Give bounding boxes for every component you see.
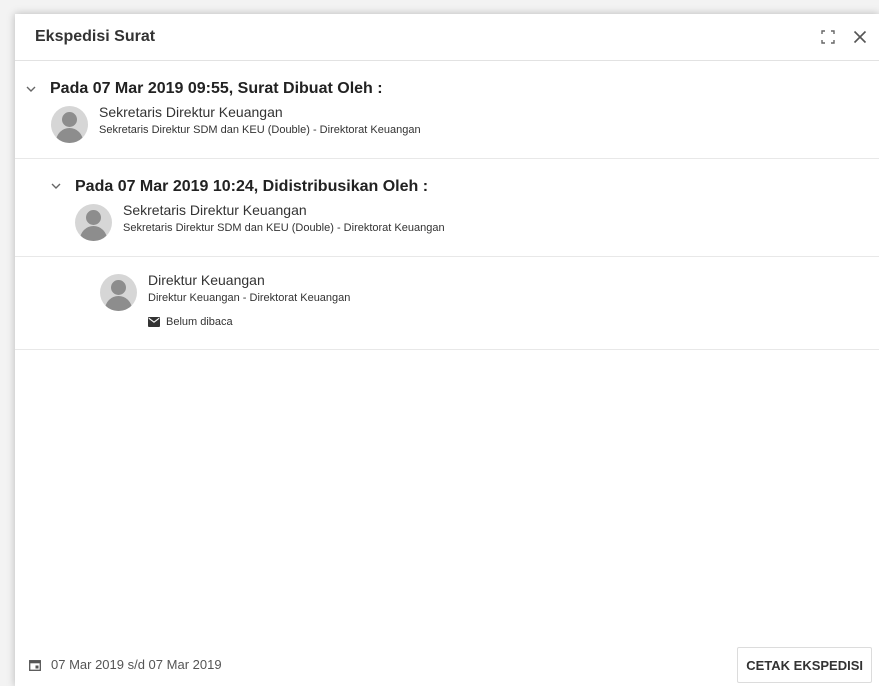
dialog-footer: 07 Mar 2019 s/d 07 Mar 2019 CETAK EKSPED… (15, 642, 879, 686)
close-icon[interactable] (851, 28, 869, 46)
event-distributed: Pada 07 Mar 2019 10:24, Didistribusikan … (15, 159, 879, 257)
person-name: Sekretaris Direktur Keuangan (99, 104, 283, 120)
calendar-icon (29, 659, 41, 671)
mail-icon (148, 317, 160, 327)
person-name: Direktur Keuangan (148, 272, 265, 288)
person-name: Sekretaris Direktur Keuangan (123, 202, 307, 218)
distributor-person: Sekretaris Direktur Keuangan Sekretaris … (75, 202, 445, 241)
expedition-dialog: Ekspedisi Surat Pada 07 Mar 2019 09:55, … (15, 14, 879, 686)
person-role: Sekretaris Direktur SDM dan KEU (Double)… (123, 222, 445, 234)
read-status-label: Belum dibaca (166, 316, 233, 328)
recipient-row: Direktur Keuangan Direktur Keuangan - Di… (15, 257, 879, 350)
person-role: Sekretaris Direktur SDM dan KEU (Double)… (99, 124, 421, 136)
chevron-down-icon[interactable] (25, 82, 37, 94)
recipient-person: Direktur Keuangan Direktur Keuangan - Di… (100, 272, 351, 328)
date-range: 07 Mar 2019 s/d 07 Mar 2019 (29, 657, 222, 672)
dialog-header: Ekspedisi Surat (15, 14, 879, 61)
event-title: Pada 07 Mar 2019 10:24, Didistribusikan … (75, 178, 429, 195)
dialog-title: Ekspedisi Surat (35, 28, 156, 45)
print-expedition-button[interactable]: CETAK EKSPEDISI (737, 647, 872, 683)
avatar (100, 274, 137, 311)
expedition-timeline: Pada 07 Mar 2019 09:55, Surat Dibuat Ole… (15, 61, 879, 350)
expand-icon[interactable] (819, 28, 837, 46)
chevron-down-icon[interactable] (50, 179, 62, 191)
avatar (51, 106, 88, 143)
creator-person: Sekretaris Direktur Keuangan Sekretaris … (51, 104, 421, 143)
event-created: Pada 07 Mar 2019 09:55, Surat Dibuat Ole… (15, 61, 879, 159)
event-title: Pada 07 Mar 2019 09:55, Surat Dibuat Ole… (50, 80, 383, 97)
read-status: Belum dibaca (148, 316, 350, 328)
dialog-actions (819, 28, 869, 46)
avatar (75, 204, 112, 241)
person-role: Direktur Keuangan - Direktorat Keuangan (148, 292, 351, 304)
date-range-label: 07 Mar 2019 s/d 07 Mar 2019 (51, 657, 222, 672)
